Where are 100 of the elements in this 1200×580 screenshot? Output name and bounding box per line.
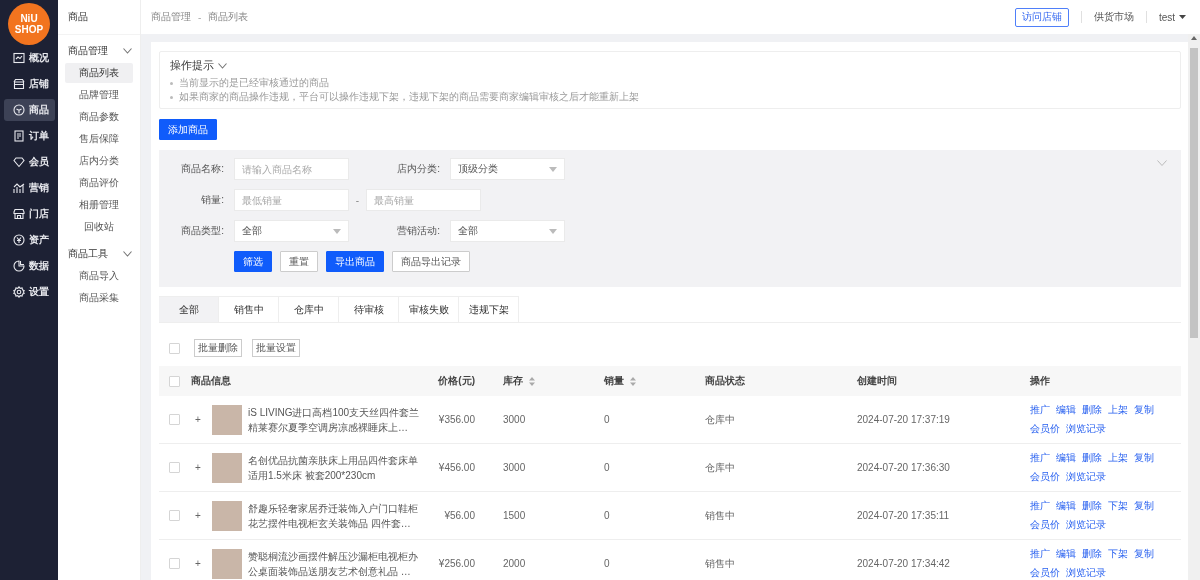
action-link[interactable]: 复制 <box>1134 547 1154 561</box>
submenu-item[interactable]: 售后保障 <box>65 129 133 149</box>
action-link[interactable]: 浏览记录 <box>1066 566 1106 580</box>
action-link[interactable]: 会员价 <box>1030 422 1060 436</box>
action-link[interactable]: 复制 <box>1134 499 1154 513</box>
product-name: 舒趣乐轻奢家居乔迁装饰入户门口鞋柜花艺摆件电视柜玄关装饰品 四件套… <box>248 501 419 531</box>
nav-item[interactable]: 数据 <box>3 255 55 277</box>
expand-toggle[interactable]: + <box>192 462 204 473</box>
action-link[interactable]: 会员价 <box>1030 566 1060 580</box>
status-tab[interactable]: 仓库中 <box>279 296 339 322</box>
nav-item[interactable]: 门店 <box>3 203 55 225</box>
expand-toggle[interactable]: + <box>192 558 204 569</box>
nav-item[interactable]: 订单 <box>3 125 55 147</box>
add-product-button[interactable]: 添加商品 <box>159 119 217 140</box>
action-link[interactable]: 下架 <box>1108 547 1128 561</box>
nav-item[interactable]: 营销 <box>3 177 55 199</box>
submenu-item[interactable]: 商品参数 <box>65 107 133 127</box>
checkbox[interactable] <box>169 462 180 473</box>
action-link[interactable]: 下架 <box>1108 499 1128 513</box>
shop-icon <box>12 208 25 220</box>
checkbox[interactable] <box>169 342 180 354</box>
status-tab[interactable]: 待审核 <box>339 296 399 322</box>
action-link[interactable]: 推广 <box>1030 403 1050 417</box>
sort-icon[interactable] <box>529 376 535 386</box>
action-link[interactable]: 复制 <box>1134 403 1154 417</box>
nav-item[interactable]: 商品 <box>3 99 55 121</box>
sort-icon[interactable] <box>630 376 636 386</box>
submenu-item[interactable]: 商品采集 <box>65 288 133 308</box>
table-cell: 2000 <box>503 558 526 569</box>
user-menu[interactable]: test <box>1158 11 1186 23</box>
batch-button[interactable]: 批量删除 <box>194 339 242 357</box>
select-field[interactable]: 全部 <box>234 220 349 242</box>
action-link[interactable]: 编辑 <box>1056 403 1076 417</box>
scroll-up-icon[interactable] <box>1191 36 1197 40</box>
action-link[interactable]: 删除 <box>1082 499 1102 513</box>
checkbox[interactable] <box>169 414 180 425</box>
action-link[interactable]: 上架 <box>1108 451 1128 465</box>
expand-toggle[interactable]: + <box>192 510 204 521</box>
filter-action-button[interactable]: 导出商品 <box>326 251 384 272</box>
filter-action-button[interactable]: 商品导出记录 <box>392 251 470 272</box>
chevron-icon[interactable] <box>218 62 227 69</box>
nav-item[interactable]: 概况 <box>3 47 55 69</box>
action-link[interactable]: 编辑 <box>1056 451 1076 465</box>
action-link[interactable]: 删除 <box>1082 451 1102 465</box>
select-field[interactable]: 顶级分类 <box>450 158 565 180</box>
text-field[interactable]: 最高销量 <box>366 189 481 211</box>
action-link[interactable]: 上架 <box>1108 403 1128 417</box>
nav-item[interactable]: 店铺 <box>3 73 55 95</box>
action-link[interactable]: 推广 <box>1030 451 1050 465</box>
scrollbar[interactable] <box>1188 34 1200 580</box>
visit-store-button[interactable]: 访问店铺 <box>1014 7 1069 27</box>
status-tab[interactable]: 违规下架 <box>459 296 519 322</box>
submenu-item[interactable]: 商品评价 <box>65 173 133 193</box>
filter-action-button[interactable]: 重置 <box>280 251 318 272</box>
submenu-item[interactable]: 商品列表 <box>65 63 133 83</box>
action-link[interactable]: 推广 <box>1030 499 1050 513</box>
action-link[interactable]: 编辑 <box>1056 499 1076 513</box>
status-tab[interactable]: 全部 <box>159 296 219 322</box>
action-link[interactable]: 删除 <box>1082 403 1102 417</box>
action-link[interactable]: 推广 <box>1030 547 1050 561</box>
coin-icon <box>12 234 25 246</box>
nav-item[interactable]: 会员 <box>3 151 55 173</box>
status-tab[interactable]: 审核失败 <box>399 296 459 322</box>
submenu-item[interactable]: 相册管理 <box>65 195 133 215</box>
product-name: iS LIVING进口高档100支天丝四件套兰精莱赛尔夏季空调房凉感裸睡床上… <box>248 405 421 435</box>
supply-market-link[interactable]: 供货市场 <box>1093 10 1134 24</box>
status-tab[interactable]: 销售中 <box>219 296 279 322</box>
column-header: 销量 <box>604 374 636 388</box>
action-link[interactable]: 浏览记录 <box>1066 422 1106 436</box>
action-link[interactable]: 浏览记录 <box>1066 470 1106 484</box>
text-field[interactable]: 请输入商品名称 <box>234 158 349 180</box>
collapse-icon[interactable] <box>1157 160 1167 166</box>
photo-placeholder <box>212 500 242 531</box>
batch-button[interactable]: 批量设置 <box>252 339 300 357</box>
action-link[interactable]: 复制 <box>1134 451 1154 465</box>
action-link[interactable]: 编辑 <box>1056 547 1076 561</box>
select-field[interactable]: 全部 <box>450 220 565 242</box>
submenu-item[interactable]: 回收站 <box>65 217 133 237</box>
action-link[interactable]: 会员价 <box>1030 470 1060 484</box>
checkbox[interactable] <box>169 375 180 387</box>
action-link[interactable]: 浏览记录 <box>1066 518 1106 532</box>
table-cell: 0 <box>604 558 610 569</box>
expand-toggle[interactable]: + <box>192 414 204 425</box>
action-link[interactable]: 删除 <box>1082 547 1102 561</box>
nav-item[interactable]: 资产 <box>3 229 55 251</box>
breadcrumb-link[interactable]: 商品管理 <box>151 10 191 24</box>
breadcrumb-link[interactable]: 商品列表 <box>208 10 249 24</box>
submenu-item[interactable]: 品牌管理 <box>65 85 133 105</box>
checkbox[interactable] <box>169 510 180 521</box>
text-field[interactable]: 最低销量 <box>234 189 349 211</box>
caret-icon <box>1179 15 1186 19</box>
nav-item[interactable]: 设置 <box>3 281 55 303</box>
chevron-icon[interactable] <box>123 251 132 257</box>
tips-title: 操作提示 <box>170 58 214 73</box>
submenu-item[interactable]: 商品导入 <box>65 266 133 286</box>
checkbox[interactable] <box>169 558 180 569</box>
filter-action-button[interactable]: 筛选 <box>234 251 272 272</box>
submenu-item[interactable]: 店内分类 <box>65 151 133 171</box>
chevron-icon[interactable] <box>123 48 132 54</box>
action-link[interactable]: 会员价 <box>1030 518 1060 532</box>
